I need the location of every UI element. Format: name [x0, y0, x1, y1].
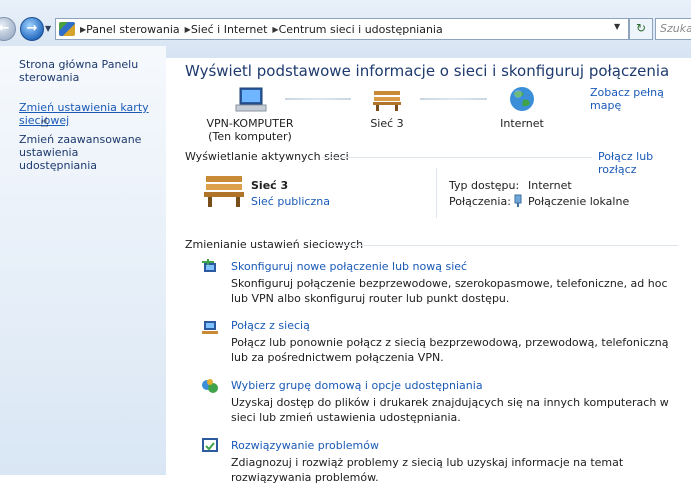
sidebar: Strona główna Panelu sterowania Zmień us… — [0, 46, 166, 475]
chevron-right-icon[interactable]: ▶ — [272, 25, 278, 34]
page-title: Wyświetl podstawowe informacje o sieci i… — [185, 62, 670, 80]
breadcrumb-control-panel[interactable]: Panel sterowania — [86, 23, 180, 36]
public-network-bench-icon — [204, 176, 244, 207]
forward-button[interactable]: → — [20, 17, 44, 41]
address-bar[interactable]: ▶Panel sterowania ▶Sieć i Internet ▶Centru… — [55, 18, 629, 40]
sidebar-item-control-panel-home[interactable]: Strona główna Panelu sterowania — [19, 58, 159, 84]
control-panel-icon — [59, 22, 75, 36]
connect-disconnect-link[interactable]: Połącz lub rozłącz — [598, 150, 691, 176]
chevron-right-icon[interactable]: ▶ — [80, 25, 86, 34]
network-adapter-icon — [514, 194, 522, 207]
task-new-connection-desc: Skonfiguruj połączenie bezprzewodowe, sz… — [231, 277, 668, 305]
local-connection-link[interactable]: Połączenie lokalne — [528, 195, 629, 208]
map-computer-label[interactable]: VPN-KOMPUTER (Ten komputer) — [200, 117, 300, 143]
chevron-right-icon[interactable]: ▶ — [185, 25, 191, 34]
hand-cursor-icon: ☝ — [40, 115, 49, 131]
task-troubleshoot-desc: Zdiagnozuj i rozwiąż problemy z siecią l… — [231, 456, 624, 484]
section-divider — [322, 157, 592, 158]
breadcrumb-network-internet[interactable]: Sieć i Internet — [191, 23, 268, 36]
history-dropdown-icon[interactable]: ▼ — [45, 24, 51, 33]
task-new-connection-link[interactable]: Skonfiguruj nowe połączenie lub nową sie… — [231, 260, 467, 273]
map-connector — [420, 98, 487, 100]
search-input[interactable]: Szuka — [655, 18, 691, 40]
map-connector — [285, 98, 351, 100]
new-connection-icon — [202, 259, 216, 272]
sidebar-item-change-sharing-settings[interactable]: Zmień zaawansowane ustawienia udostępnia… — [19, 133, 159, 172]
connections-label: Połączenia: — [449, 195, 511, 208]
refresh-button[interactable]: ↻ — [629, 18, 653, 40]
computer-icon — [235, 87, 267, 112]
vertical-divider — [436, 168, 437, 218]
network-name: Sieć 3 — [251, 179, 289, 192]
map-network-label[interactable]: Sieć 3 — [362, 117, 412, 130]
task-troubleshoot-link[interactable]: Rozwiązywanie problemów — [231, 439, 379, 452]
see-full-map-link[interactable]: Zobacz pełną mapę — [590, 86, 691, 112]
refresh-icon: ↻ — [635, 21, 647, 35]
task-connect-network-desc: Połącz lub ponownie połącz z siecią bezp… — [231, 336, 669, 364]
computer-subtitle: (Ten komputer) — [208, 130, 292, 143]
task-homegroup-link[interactable]: Wybierz grupę domową i opcje udostępnian… — [231, 379, 483, 392]
task-connect-network-link[interactable]: Połącz z siecią — [231, 319, 310, 332]
access-type-value: Internet — [528, 179, 572, 192]
globe-icon — [510, 87, 534, 111]
back-arrow-icon: ← — [0, 21, 10, 36]
access-type-label: Typ dostępu: — [449, 179, 520, 192]
computer-name: VPN-KOMPUTER — [206, 117, 294, 130]
map-internet-label[interactable]: Internet — [494, 117, 550, 130]
forward-arrow-icon: → — [26, 21, 38, 36]
breadcrumb-network-center[interactable]: Centrum sieci i udostępniania — [279, 23, 443, 36]
section-divider — [333, 245, 678, 246]
troubleshoot-icon — [202, 438, 218, 452]
address-dropdown-icon[interactable]: ▼ — [614, 22, 620, 31]
bench-icon — [373, 91, 401, 111]
connect-network-icon — [202, 321, 218, 334]
homegroup-icon — [202, 379, 218, 393]
network-type-link[interactable]: Sieć publiczna — [251, 195, 330, 208]
task-homegroup-desc: Uzyskaj dostęp do plików i drukarek znaj… — [231, 396, 669, 424]
search-placeholder: Szuka — [660, 22, 691, 35]
